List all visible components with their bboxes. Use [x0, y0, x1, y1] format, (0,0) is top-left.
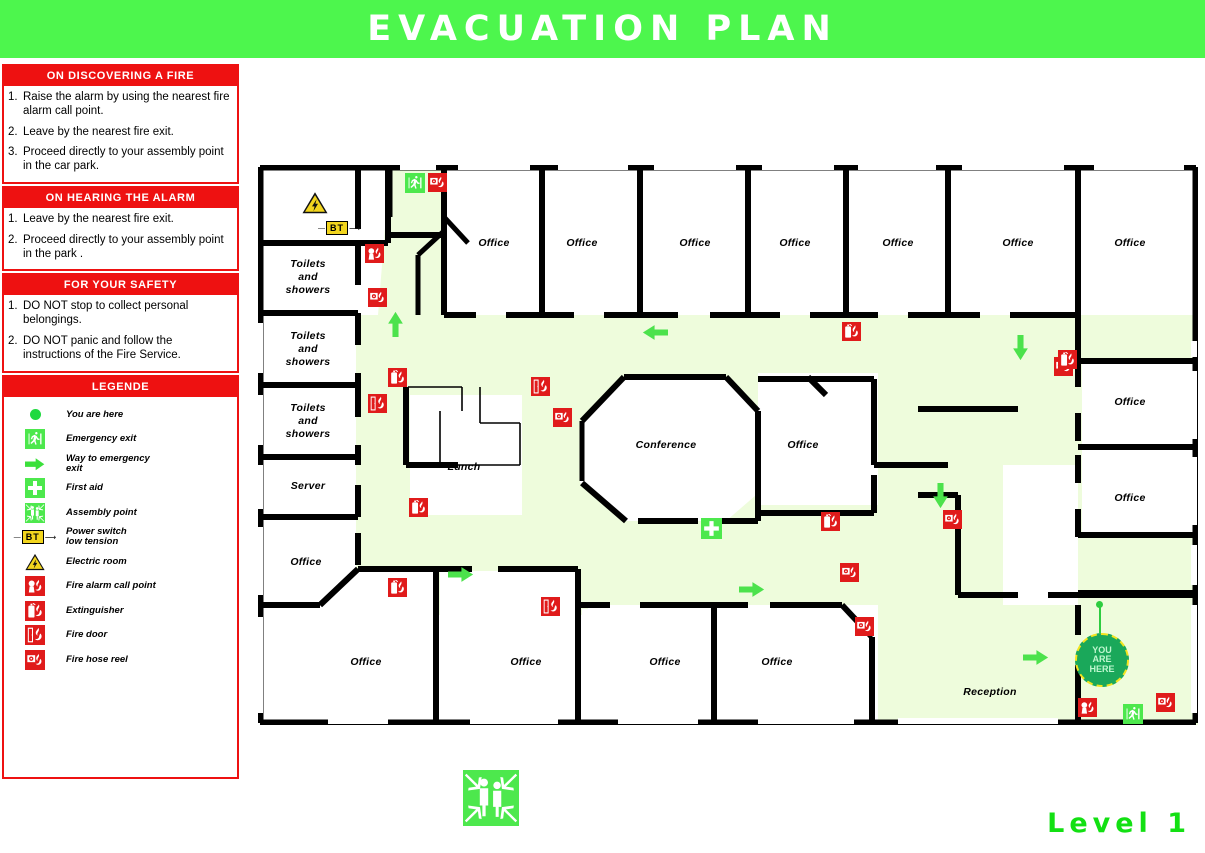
room-label-office-top-6: Office	[1002, 237, 1034, 249]
you-are-here-marker[interactable]: YOU ARE HERE	[1075, 633, 1129, 687]
panel-body: 1. Leave by the nearest fire exit. 2. Pr…	[4, 207, 237, 270]
legend-panel: LEGENDE You are here Emergency exit Way to…	[2, 374, 239, 779]
room-label-office-left-lower: Office	[290, 556, 322, 568]
room-label-office-bottom-2: Office	[510, 656, 542, 668]
you-are-here-line3: HERE	[1089, 663, 1115, 674]
legend-item-label: First aid	[66, 482, 103, 494]
panel-heading: ON HEARING THE ALARM	[4, 187, 237, 208]
legend-list: You are here Emergency exit Way to emergen…	[4, 397, 237, 673]
panel-for-your-safety: FOR YOUR SAFETY 1. DO NOT stop to collec…	[2, 273, 239, 373]
step-text: Raise the alarm by using the nearest fir…	[23, 91, 230, 117]
step-text: Proceed directly to your assembly point …	[23, 233, 224, 260]
instructions-sidebar: ON DISCOVERING A FIRE 1. Raise the alarm…	[2, 64, 239, 851]
legend-item-you-are-here-dot: You are here	[4, 403, 237, 428]
room-label-office-top-3: Office	[679, 237, 711, 249]
room-label-lunch-room: Lunch	[447, 461, 481, 473]
step-text: DO NOT stop to collect personal belongin…	[23, 300, 189, 327]
instruction-step: 1. DO NOT stop to collect personal belon…	[8, 300, 233, 328]
room-label-reception: Reception	[963, 686, 1017, 698]
legend-item-fire-alarm-call-point: Fire alarm call point	[4, 574, 237, 599]
legend-item-emergency-exit: Emergency exit	[4, 427, 237, 452]
level-label: Level 1	[1047, 808, 1191, 839]
legend-item-label: Emergency exit	[66, 433, 137, 445]
legend-item-label: Power switch low tension	[66, 526, 127, 548]
legend-item-label: Fire hose reel	[66, 653, 128, 665]
you-are-here-dot-icon	[4, 409, 66, 421]
room-label-toilets-showers-3: Toilets and showers	[285, 401, 331, 440]
room-label-toilets-showers-1: Toilets and showers	[285, 257, 331, 296]
step-text: Proceed directly to your assembly point …	[23, 146, 224, 173]
power-switch-bt-icon: — BT ⟶	[13, 530, 57, 545]
panel-heading: FOR YOUR SAFETY	[4, 275, 237, 296]
legend-item-label: Assembly point	[66, 506, 137, 518]
assembly-point-icon	[4, 502, 66, 523]
extinguisher-icon	[4, 600, 66, 621]
legend-item-label: You are here	[66, 408, 124, 420]
room-label-conference-room: Conference	[635, 439, 697, 451]
step-text: Leave by the nearest fire exit.	[23, 125, 174, 138]
legend-item-electric-room: Electric room	[4, 550, 237, 575]
legend-item-label: Extinguisher	[66, 604, 124, 616]
legend-item-label: Fire door	[66, 629, 108, 641]
step-number: 2.	[8, 125, 18, 138]
room-label-office-bottom-3: Office	[649, 656, 681, 668]
step-number: 2.	[8, 334, 18, 347]
room-label-office-top-5: Office	[882, 237, 914, 249]
page-title: EVACUATION PLAN	[367, 9, 838, 49]
power-switch-bt-icon: — BT ⟶	[318, 221, 361, 235]
step-text: Leave by the nearest fire exit.	[23, 212, 174, 225]
room-label-office-right-mid: Office	[1114, 396, 1146, 408]
legend-item-way-to-emergency-exit: Way to emergency exit	[4, 452, 237, 477]
emergency-exit-icon	[4, 429, 66, 450]
legend-item-first-aid: First aid	[4, 476, 237, 501]
you-are-here-stem	[1099, 605, 1101, 633]
floor-plan-geometry	[258, 165, 1198, 725]
room-label-office-bottom-4: Office	[761, 656, 793, 668]
panel-on-hearing-the-alarm: ON HEARING THE ALARM 1. Leave by the nea…	[2, 185, 239, 272]
way-to-emergency-exit-icon	[4, 457, 66, 471]
room-label-office-top-7: Office	[1114, 237, 1146, 249]
panel-body: 1. Raise the alarm by using the nearest …	[4, 86, 237, 182]
fire-hose-reel-icon	[4, 649, 66, 670]
step-number: 3.	[8, 146, 18, 159]
legend-item-assembly-point: Assembly point	[4, 501, 237, 526]
assembly-point-icon	[463, 770, 519, 826]
room-label-office-center: Office	[787, 439, 819, 451]
legend-item-extinguisher: Extinguisher	[4, 599, 237, 624]
step-text: DO NOT panic and follow the instructions…	[23, 334, 181, 361]
instruction-step: 3. Proceed directly to your assembly poi…	[8, 146, 233, 174]
instruction-step: 1. Raise the alarm by using the nearest …	[8, 91, 233, 119]
fire-alarm-call-point-icon	[4, 576, 66, 597]
room-label-server-room: Server	[290, 480, 326, 492]
electric-room-icon	[4, 553, 66, 571]
fire-door-icon	[4, 625, 66, 646]
room-label-office-top-2: Office	[566, 237, 598, 249]
instruction-step: 1. Leave by the nearest fire exit.	[8, 213, 233, 227]
legend-item-fire-door: Fire door	[4, 623, 237, 648]
instruction-step: 2. DO NOT panic and follow the instructi…	[8, 335, 233, 363]
step-number: 1.	[8, 300, 18, 313]
legend-item-label: Way to emergency exit	[66, 452, 150, 474]
room-label-office-right-low: Office	[1114, 492, 1146, 504]
page-header: EVACUATION PLAN	[0, 0, 1205, 58]
legend-item-label: Electric room	[66, 555, 127, 567]
legend-heading: LEGENDE	[4, 376, 237, 397]
step-number: 2.	[8, 233, 18, 246]
step-number: 1.	[8, 212, 18, 225]
instruction-step: 2. Leave by the nearest fire exit.	[8, 126, 233, 140]
legend-item-fire-hose-reel: Fire hose reel	[4, 648, 237, 673]
panel-body: 1. DO NOT stop to collect personal belon…	[4, 295, 237, 371]
room-label-office-top-4: Office	[779, 237, 811, 249]
room-label-office-bottom-1: Office	[350, 656, 382, 668]
panel-on-discovering-a-fire: ON DISCOVERING A FIRE 1. Raise the alarm…	[2, 64, 239, 184]
first-aid-icon	[4, 478, 66, 499]
floor-plan: Toilets and showers Toilets and showers To…	[258, 165, 1198, 725]
instruction-step: 2. Proceed directly to your assembly poi…	[8, 234, 233, 262]
legend-item-label: Fire alarm call point	[66, 580, 156, 592]
panel-heading: ON DISCOVERING A FIRE	[4, 66, 237, 86]
step-number: 1.	[8, 91, 18, 103]
legend-item-power-switch-bt: — BT ⟶ Power switch low tension	[4, 525, 237, 550]
room-label-office-top-1: Office	[478, 237, 510, 249]
room-label-toilets-showers-2: Toilets and showers	[285, 329, 331, 368]
